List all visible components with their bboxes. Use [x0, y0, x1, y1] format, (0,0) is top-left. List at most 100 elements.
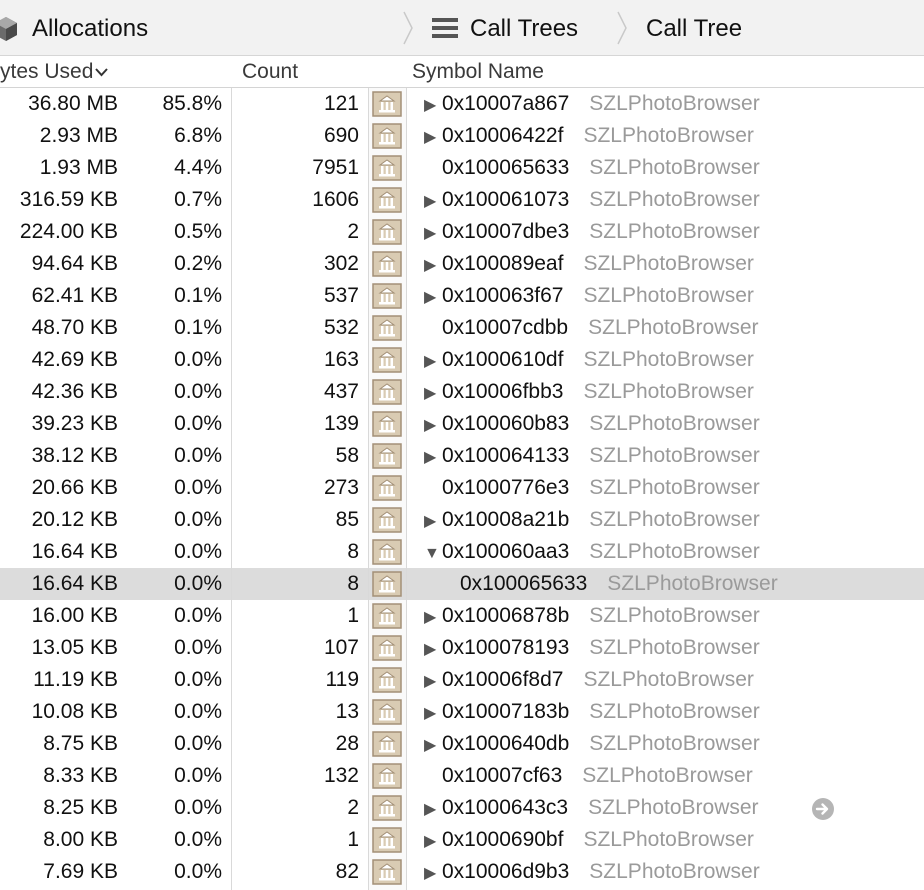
- breadcrumb-call-tree[interactable]: Call Tree: [646, 14, 742, 44]
- count-cell: 119: [325, 668, 359, 691]
- disclosure-triangle-collapsed-icon[interactable]: ▶: [424, 698, 442, 730]
- table-row[interactable]: 20.12 KB 0.0% 85 ▶ 0x10008a21b SZLPhotoBrowse…: [0, 504, 924, 536]
- symbol-library: SZLPhotoBrowser: [589, 540, 760, 563]
- disclosure-triangle-collapsed-icon[interactable]: ▶: [424, 378, 442, 410]
- symbol-address: 0x100063f67: [442, 284, 564, 307]
- symbol-library: SZLPhotoBrowser: [589, 636, 760, 659]
- library-icon: [372, 187, 402, 213]
- table-row[interactable]: 13.05 KB 0.0% 107 ▶ 0x100078193 SZLPhotoBrows…: [0, 632, 924, 664]
- symbol-address: 0x10006422f: [442, 124, 564, 147]
- count-cell: 7951: [312, 156, 359, 179]
- disclosure-triangle-collapsed-icon[interactable]: ▶: [424, 218, 442, 250]
- table-row[interactable]: 1.93 MB 4.4% 7951 0x100065633 SZLPhotoBrowse…: [0, 152, 924, 184]
- percent-cell: 0.0%: [174, 412, 222, 435]
- percent-cell: 0.0%: [174, 764, 222, 787]
- table-row[interactable]: 20.66 KB 0.0% 273 0x1000776e3 SZLPhotoBrowse…: [0, 472, 924, 504]
- symbol-library: SZLPhotoBrowser: [583, 252, 754, 275]
- count-cell: 139: [323, 412, 359, 435]
- disclosure-triangle-collapsed-icon[interactable]: ▶: [424, 794, 442, 826]
- symbol-address: 0x10007a867: [442, 92, 570, 115]
- disclosure-triangle-collapsed-icon[interactable]: ▶: [424, 634, 442, 666]
- symbol-library: SZLPhotoBrowser: [589, 92, 760, 115]
- symbol-address: 0x10007183b: [442, 700, 570, 723]
- breadcrumb-allocations[interactable]: Allocations: [32, 14, 148, 44]
- library-icon: [372, 731, 402, 757]
- column-count[interactable]: Count: [242, 58, 298, 86]
- disclosure-triangle-collapsed-icon[interactable]: ▶: [424, 282, 442, 314]
- disclosure-triangle-expanded-icon[interactable]: ▼: [424, 538, 442, 570]
- table-row[interactable]: 16.64 KB 0.0% 8 0x100065633 SZLPhotoBrowser: [0, 568, 924, 600]
- breadcrumb-call-trees[interactable]: Call Trees: [470, 14, 578, 44]
- sort-descending-icon: [95, 68, 109, 77]
- table-row[interactable]: 7.69 KB 0.0% 82 ▶ 0x10006d9b3 SZLPhotoBrowser: [0, 856, 924, 888]
- disclosure-triangle-collapsed-icon[interactable]: ▶: [424, 90, 442, 122]
- table-row[interactable]: 94.64 KB 0.2% 302 ▶ 0x100089eaf SZLPhotoBrows…: [0, 248, 924, 280]
- bytes-used-cell: 8.00 KB: [43, 828, 118, 851]
- column-divider[interactable]: [231, 88, 232, 890]
- symbol-address: 0x100061073: [442, 188, 570, 211]
- table-row[interactable]: 10.08 KB 0.0% 13 ▶ 0x10007183b SZLPhotoBrowse…: [0, 696, 924, 728]
- disclosure-triangle-collapsed-icon[interactable]: ▶: [424, 858, 442, 890]
- symbol-library: SZLPhotoBrowser: [589, 444, 760, 467]
- column-symbol-name[interactable]: Symbol Name: [412, 58, 544, 86]
- count-cell: 2: [347, 220, 359, 243]
- table-row[interactable]: 11.19 KB 0.0% 119 ▶ 0x10006f8d7 SZLPhotoBrows…: [0, 664, 924, 696]
- table-row[interactable]: 42.36 KB 0.0% 437 ▶ 0x10006fbb3 SZLPhotoBrows…: [0, 376, 924, 408]
- instruments-window: Allocations Call Trees Call Tree ytes Us…: [0, 0, 924, 890]
- disclosure-triangle-collapsed-icon[interactable]: ▶: [424, 250, 442, 282]
- table-row[interactable]: 36.80 MB 85.8% 121 ▶ 0x10007a867 SZLPhotoBrow…: [0, 88, 924, 120]
- disclosure-triangle-collapsed-icon[interactable]: ▶: [424, 346, 442, 378]
- table-row[interactable]: 42.69 KB 0.0% 163 ▶ 0x1000610df SZLPhotoBrows…: [0, 344, 924, 376]
- table-row[interactable]: 8.25 KB 0.0% 2 ▶ 0x1000643c3 SZLPhotoBrowser: [0, 792, 924, 824]
- column-bytes-used[interactable]: ytes Used: [0, 58, 109, 86]
- bytes-used-cell: 20.12 KB: [31, 508, 118, 531]
- table-row[interactable]: 2.93 MB 6.8% 690 ▶ 0x10006422f SZLPhotoBrowse…: [0, 120, 924, 152]
- percent-cell: 0.0%: [174, 668, 222, 691]
- table-row[interactable]: 8.00 KB 0.0% 1 ▶ 0x1000690bf SZLPhotoBrowser: [0, 824, 924, 856]
- percent-cell: 0.1%: [174, 316, 222, 339]
- symbol-cell: ▶ 0x10006d9b3 SZLPhotoBrowser: [424, 856, 760, 890]
- symbol-cell: 0x10007cdbb SZLPhotoBrowser: [424, 312, 759, 344]
- table-row[interactable]: 316.59 KB 0.7% 1606 ▶ 0x100061073 SZLPhotoBro…: [0, 184, 924, 216]
- library-icon: [372, 571, 402, 597]
- symbol-cell: ▶ 0x10007183b SZLPhotoBrowser: [424, 696, 760, 730]
- percent-cell: 0.0%: [174, 476, 222, 499]
- bytes-used-cell: 42.36 KB: [31, 380, 118, 403]
- go-to-arrow-icon[interactable]: [811, 797, 835, 821]
- table-row[interactable]: 16.00 KB 0.0% 1 ▶ 0x10006878b SZLPhotoBrowser: [0, 600, 924, 632]
- symbol-address: 0x10007dbe3: [442, 220, 570, 243]
- symbol-cell: ▶ 0x10006422f SZLPhotoBrowser: [424, 120, 754, 154]
- table-row[interactable]: 39.23 KB 0.0% 139 ▶ 0x100060b83 SZLPhotoBrows…: [0, 408, 924, 440]
- bytes-used-cell: 42.69 KB: [31, 348, 118, 371]
- count-cell: 82: [335, 860, 359, 883]
- column-divider[interactable]: [406, 88, 407, 890]
- disclosure-triangle-collapsed-icon[interactable]: ▶: [424, 186, 442, 218]
- disclosure-triangle-collapsed-icon[interactable]: ▶: [424, 826, 442, 858]
- disclosure-triangle-collapsed-icon[interactable]: ▶: [424, 506, 442, 538]
- bytes-used-cell: 62.41 KB: [31, 284, 118, 307]
- library-icon: [372, 859, 402, 885]
- table-row[interactable]: 62.41 KB 0.1% 537 ▶ 0x100063f67 SZLPhotoBrows…: [0, 280, 924, 312]
- symbol-cell: ▶ 0x10006f8d7 SZLPhotoBrowser: [424, 664, 754, 698]
- symbol-library: SZLPhotoBrowser: [589, 188, 760, 211]
- table-row[interactable]: 8.33 KB 0.0% 132 0x10007cf63 SZLPhotoBrowser: [0, 760, 924, 792]
- disclosure-triangle-collapsed-icon[interactable]: ▶: [424, 730, 442, 762]
- disclosure-triangle-collapsed-icon[interactable]: ▶: [424, 122, 442, 154]
- table-row[interactable]: 224.00 KB 0.5% 2 ▶ 0x10007dbe3 SZLPhotoBrowse…: [0, 216, 924, 248]
- table-row[interactable]: 48.70 KB 0.1% 532 0x10007cdbb SZLPhotoBrowse…: [0, 312, 924, 344]
- percent-cell: 0.0%: [174, 380, 222, 403]
- table-row[interactable]: 16.64 KB 0.0% 8 ▼ 0x100060aa3 SZLPhotoBrowser: [0, 536, 924, 568]
- table-row[interactable]: 8.75 KB 0.0% 28 ▶ 0x1000640db SZLPhotoBrowser: [0, 728, 924, 760]
- disclosure-triangle-collapsed-icon[interactable]: ▶: [424, 410, 442, 442]
- percent-cell: 0.0%: [174, 732, 222, 755]
- bytes-used-cell: 36.80 MB: [28, 92, 118, 115]
- bytes-used-cell: 10.08 KB: [31, 700, 118, 723]
- count-cell: 2: [347, 796, 359, 819]
- disclosure-triangle-collapsed-icon[interactable]: ▶: [424, 666, 442, 698]
- disclosure-triangle-collapsed-icon[interactable]: ▶: [424, 442, 442, 474]
- disclosure-triangle-collapsed-icon[interactable]: ▶: [424, 602, 442, 634]
- column-divider[interactable]: [368, 88, 369, 890]
- count-cell: 273: [323, 476, 359, 499]
- symbol-address: 0x1000610df: [442, 348, 564, 371]
- table-row[interactable]: 38.12 KB 0.0% 58 ▶ 0x100064133 SZLPhotoBrowse…: [0, 440, 924, 472]
